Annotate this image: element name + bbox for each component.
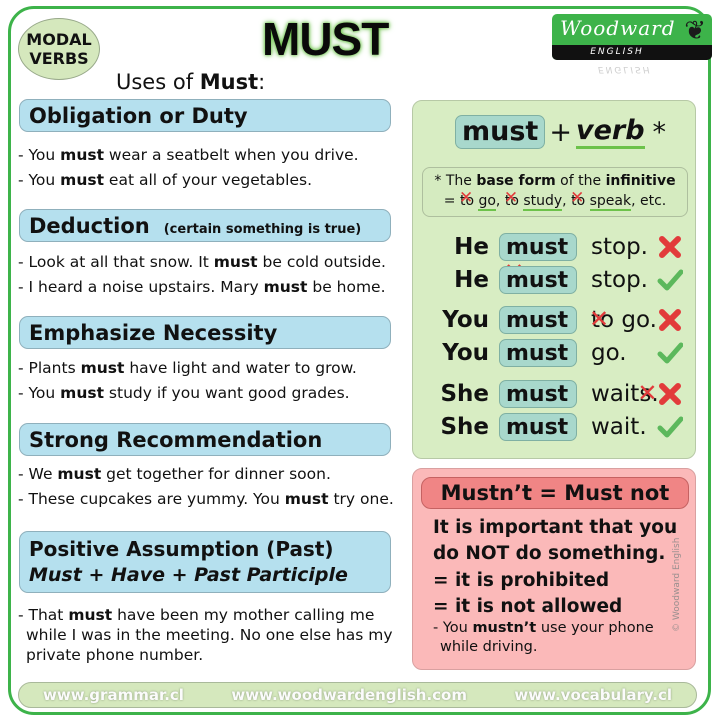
example-subject: You xyxy=(442,340,489,366)
section-header-obligation: Obligation or Duty xyxy=(19,99,391,132)
mustnt-example: - You mustn’t use your phone while drivi… xyxy=(433,620,654,655)
logo-reflection: ENGLISH xyxy=(598,64,652,74)
logo-sub: ENGLISH xyxy=(552,45,712,60)
mustnt-line: It is important that you xyxy=(433,517,678,538)
uses-suffix: : xyxy=(258,70,266,94)
uses-bold: Must xyxy=(199,70,259,94)
example-line: - You must eat all of your vegetables. xyxy=(18,171,312,189)
must-verb-panel: must + verb * * The base form of the inf… xyxy=(412,100,696,459)
section-header-assumption: Positive Assumption (Past) Must + Have +… xyxy=(19,531,391,593)
cross-icon xyxy=(659,383,681,405)
example-row: He must stop. xyxy=(429,264,689,296)
struck-suffix: s xyxy=(637,379,657,407)
logo-brand: Woodward xyxy=(560,16,676,40)
example-subject: He xyxy=(454,234,489,260)
mustnt-panel: Mustn’t = Must not It is important that … xyxy=(412,468,696,670)
example-line: - You must study if you want good grades… xyxy=(18,384,350,402)
example-row: Youmustto go. xyxy=(429,304,689,336)
mustnt-line: = it is prohibited xyxy=(433,570,610,591)
example-row: She must wait. xyxy=(429,411,689,443)
example-row: Shemustwaits. xyxy=(429,378,689,410)
section-header-recommendation: Strong Recommendation xyxy=(19,423,391,456)
example-subject: She xyxy=(440,414,489,440)
formula-plus: + xyxy=(549,116,572,148)
checkmark-icon xyxy=(657,342,683,364)
uses-heading: Uses of Must: xyxy=(116,70,265,94)
mustnt-header: Mustn’t = Must not xyxy=(421,477,689,509)
section-header-deduction: Deduction (certain something is true) xyxy=(19,209,391,242)
example-line: - These cupcakes are yummy. You must try… xyxy=(18,490,394,508)
footer-bar: www.grammar.cl www.woodwardenglish.com w… xyxy=(18,682,697,708)
example-subject: He xyxy=(454,267,489,293)
example-subject: You xyxy=(442,307,489,333)
uses-prefix: Uses of xyxy=(116,70,200,94)
example-line: - We must get together for dinner soon. xyxy=(18,465,331,483)
formula-verb: verb xyxy=(575,115,645,149)
fern-icon: ❦ xyxy=(684,16,706,46)
checkmark-icon xyxy=(657,269,683,291)
cross-icon xyxy=(659,309,681,331)
copyright: © Woodward English xyxy=(672,537,682,632)
example-subject: She xyxy=(440,381,489,407)
footer-link-vocabulary[interactable]: www.vocabulary.cl xyxy=(514,686,672,704)
section-title: Obligation or Duty xyxy=(29,104,248,128)
example-row: Hemustsstop. xyxy=(429,231,689,287)
mustnt-line: do NOT do something. xyxy=(433,543,666,564)
modal-verbs-badge: MODAL VERBS xyxy=(18,18,100,80)
cross-icon xyxy=(659,236,681,258)
struck-to: to xyxy=(459,188,474,211)
section-title: Strong Recommendation xyxy=(29,428,323,452)
struck-to: to xyxy=(570,188,585,211)
section-subtitle: Must + Have + Past Participle xyxy=(29,564,348,586)
example-line: - Look at all that snow. It must be cold… xyxy=(18,253,386,271)
example-verb-pill: must xyxy=(499,380,577,408)
struck-to: to xyxy=(504,188,519,211)
formula-must: must xyxy=(455,115,546,149)
example-verb-pill: must xyxy=(499,339,577,367)
example-line: - That must have been my mother calling … xyxy=(18,606,393,664)
footer-link-grammar[interactable]: www.grammar.cl xyxy=(43,686,184,704)
badge-line-1: MODAL xyxy=(26,30,92,49)
section-header-necessity: Emphasize Necessity xyxy=(19,316,391,349)
formula-star: * xyxy=(652,116,667,148)
example-line: - You must wear a seatbelt when you driv… xyxy=(18,146,359,164)
section-title: Positive Assumption (Past) xyxy=(29,537,334,561)
example-verb-pill: musts xyxy=(499,233,577,287)
section-title: Deduction xyxy=(29,214,150,238)
example-line: - Plants must have light and water to gr… xyxy=(18,359,357,377)
section-subtitle: (certain something is true) xyxy=(163,222,362,237)
mustnt-line: = it is not allowed xyxy=(433,596,623,617)
checkmark-icon xyxy=(657,416,683,438)
badge-line-2: VERBS xyxy=(29,49,89,68)
example-line: - I heard a noise upstairs. Mary must be… xyxy=(18,278,386,296)
example-verb-pill: must xyxy=(499,413,577,441)
note-line-2: = to go, to study, to speak, etc. xyxy=(423,188,687,211)
woodward-logo[interactable]: Woodward ❦ ENGLISH xyxy=(552,14,712,60)
example-row: You must go. xyxy=(429,337,689,369)
formula: must + verb * xyxy=(455,115,666,149)
example-verb-pill: must xyxy=(499,266,577,294)
example-verb-pill: must xyxy=(499,306,577,334)
page-title: MUST xyxy=(262,13,389,65)
infinitive-note: * The base form of the infinitive = to g… xyxy=(422,167,688,217)
footer-link-woodward[interactable]: www.woodwardenglish.com xyxy=(231,686,467,704)
struck-prefix: to xyxy=(589,305,614,333)
section-title: Emphasize Necessity xyxy=(29,321,278,345)
